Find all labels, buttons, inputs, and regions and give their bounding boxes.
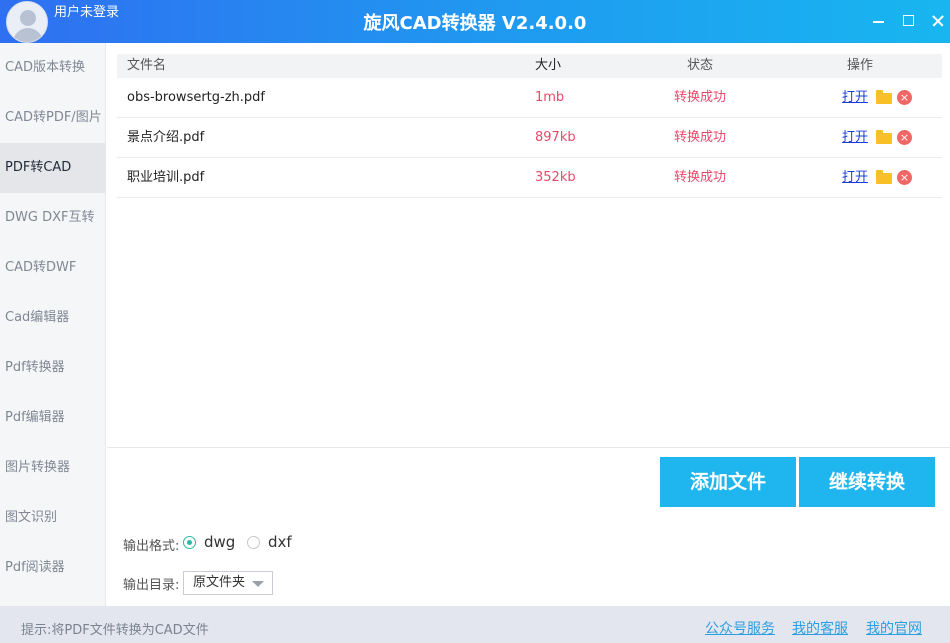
add-file-button[interactable]: 添加文件	[660, 457, 796, 507]
delete-icon[interactable]: ×	[897, 90, 912, 105]
sidebar-item-pdf-editor[interactable]: Pdf编辑器	[0, 393, 105, 443]
continue-convert-button[interactable]: 继续转换	[799, 457, 935, 507]
sidebar-item-cad-to-pdf[interactable]: CAD转PDF/图片	[0, 93, 105, 143]
file-status: 转换成功	[674, 130, 727, 145]
delete-icon[interactable]: ×	[897, 130, 912, 145]
open-file-link[interactable]: 打开	[842, 158, 868, 198]
header-filename: 文件名	[127, 58, 167, 73]
file-size: 897kb	[535, 130, 576, 145]
table-header: 文件名 大小 状态 操作	[117, 54, 942, 78]
minimize-icon[interactable]	[870, 12, 888, 30]
title-bar: 用户未登录 旋风CAD转换器 V2.4.0.0	[0, 0, 950, 43]
folder-icon[interactable]	[876, 170, 892, 184]
close-icon[interactable]	[930, 12, 948, 30]
output-dir-value: 原文件夹	[193, 575, 246, 590]
format-dwg-label[interactable]: dwg	[204, 533, 235, 551]
sidebar-item-image-converter[interactable]: 图片转换器	[0, 443, 105, 493]
status-bar: 提示:将PDF文件转换为CAD文件 公众号服务 我的客服 我的官网	[0, 606, 950, 643]
app-title: 旋风CAD转换器 V2.4.0.0	[363, 13, 587, 34]
file-status: 转换成功	[674, 90, 727, 105]
format-dwg-radio[interactable]	[183, 536, 196, 549]
hint-text: 提示:将PDF文件转换为CAD文件	[21, 623, 209, 638]
sidebar-item-ocr[interactable]: 图文识别	[0, 493, 105, 543]
file-size: 1mb	[535, 90, 565, 105]
chevron-down-icon	[252, 581, 264, 587]
customer-service-link[interactable]: 我的客服	[792, 618, 848, 638]
table-row[interactable]: obs-browsertg-zh.pdf 1mb 转换成功 打开 ×	[117, 78, 942, 118]
file-size: 352kb	[535, 170, 576, 185]
sidebar-item-pdf-to-cad[interactable]: PDF转CAD	[0, 143, 105, 193]
file-name: 景点介绍.pdf	[127, 130, 205, 145]
output-dir-select[interactable]: 原文件夹	[183, 571, 273, 595]
file-name: 职业培训.pdf	[127, 170, 205, 185]
file-name: obs-browsertg-zh.pdf	[127, 90, 265, 105]
wechat-service-link[interactable]: 公众号服务	[705, 618, 775, 638]
sidebar-item-cad-editor[interactable]: Cad编辑器	[0, 293, 105, 343]
sidebar-item-pdf-converter[interactable]: Pdf转换器	[0, 343, 105, 393]
sidebar: CAD版本转换 CAD转PDF/图片 PDF转CAD DWG DXF互转 CAD…	[0, 43, 106, 606]
panel-divider	[107, 447, 950, 448]
header-size: 大小	[535, 58, 562, 73]
file-status: 转换成功	[674, 170, 727, 185]
file-table: 文件名 大小 状态 操作 obs-browsertg-zh.pdf 1mb 转换…	[117, 54, 942, 198]
official-site-link[interactable]: 我的官网	[866, 618, 922, 638]
output-dir-label: 输出目录:	[123, 578, 180, 593]
folder-icon[interactable]	[876, 90, 892, 104]
sidebar-item-cad-to-dwf[interactable]: CAD转DWF	[0, 243, 105, 293]
table-row[interactable]: 景点介绍.pdf 897kb 转换成功 打开 ×	[117, 118, 942, 158]
open-file-link[interactable]: 打开	[842, 78, 868, 118]
maximize-icon[interactable]	[900, 12, 918, 30]
format-dxf-label[interactable]: dxf	[268, 533, 292, 551]
sidebar-item-pdf-reader[interactable]: Pdf阅读器	[0, 543, 105, 593]
output-format-label: 输出格式:	[123, 539, 180, 554]
sidebar-item-cad-version[interactable]: CAD版本转换	[0, 43, 105, 93]
format-dxf-radio[interactable]	[247, 536, 260, 549]
table-row[interactable]: 职业培训.pdf 352kb 转换成功 打开 ×	[117, 158, 942, 198]
delete-icon[interactable]: ×	[897, 170, 912, 185]
sidebar-item-dwg-dxf[interactable]: DWG DXF互转	[0, 193, 105, 243]
header-operation: 操作	[847, 58, 874, 73]
open-file-link[interactable]: 打开	[842, 118, 868, 158]
folder-icon[interactable]	[876, 130, 892, 144]
header-status: 状态	[687, 58, 714, 73]
